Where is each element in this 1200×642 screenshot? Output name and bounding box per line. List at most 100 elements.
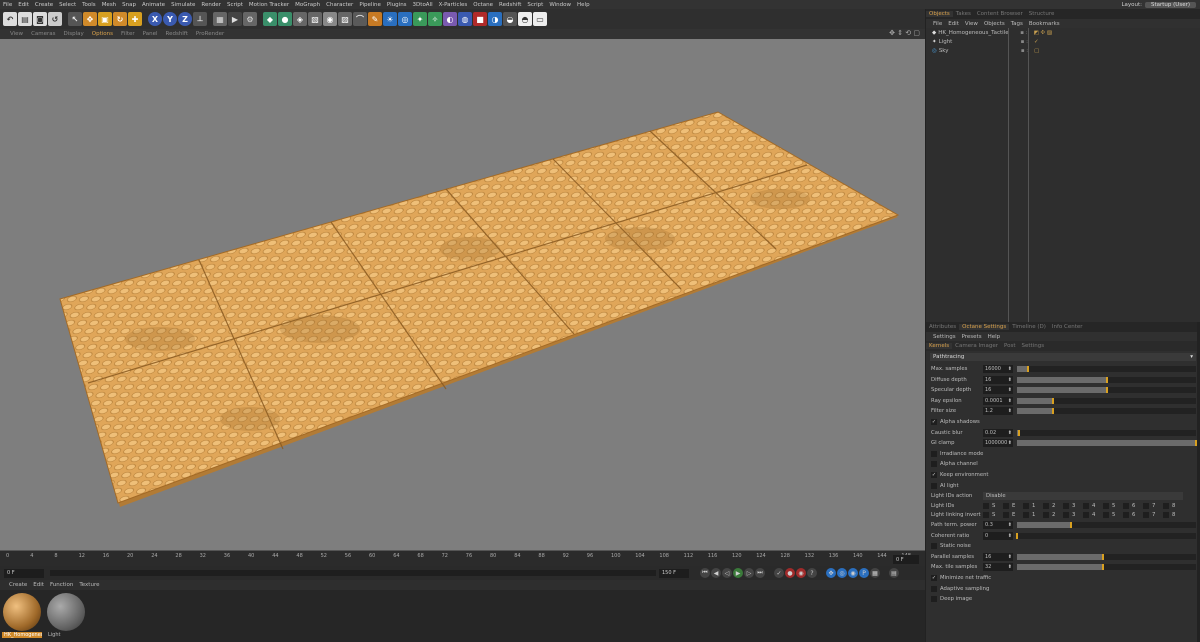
menu-item-script[interactable]: Script: [224, 2, 246, 8]
material-slot-2[interactable]: Light: [46, 592, 86, 642]
value-field[interactable]: 16000 ⬍: [983, 365, 1013, 373]
stepper-arrows-icon[interactable]: ⬍: [1008, 408, 1013, 414]
viewport-menu-redshift[interactable]: RedshIft: [162, 31, 192, 37]
subtab-camera-imager[interactable]: Camera Imager: [952, 343, 1001, 349]
autokey-icon[interactable]: ◉: [796, 568, 806, 578]
checkbox[interactable]: [1003, 512, 1009, 519]
object-menu-edit[interactable]: Edit: [945, 21, 962, 27]
prorender-icon[interactable]: ◑: [488, 12, 502, 26]
checkbox[interactable]: ✓: [931, 419, 937, 425]
checkbox[interactable]: [931, 543, 937, 550]
layout-selector[interactable]: Layout: Startup (User): [1121, 0, 1196, 9]
z-axis-icon[interactable]: Z: [178, 12, 192, 26]
stepper-arrows-icon[interactable]: ⬍: [1008, 522, 1013, 528]
value-slider[interactable]: [1017, 387, 1196, 394]
slider-knob[interactable]: [1026, 366, 1029, 372]
tab-structure[interactable]: Structure: [1026, 11, 1058, 17]
go-start-icon[interactable]: ⏮: [700, 568, 710, 578]
open-icon[interactable]: ▤: [18, 12, 32, 26]
checkbox[interactable]: ✓: [931, 575, 937, 581]
frame-range-slider[interactable]: [50, 570, 656, 576]
value-slider[interactable]: [1017, 408, 1196, 415]
checkbox[interactable]: [1143, 512, 1149, 519]
max-frame-field[interactable]: 150 F: [659, 568, 689, 578]
material-menu-create[interactable]: Create: [6, 582, 30, 588]
rotate-tool-icon[interactable]: ↻: [113, 12, 127, 26]
stepper-arrows-icon[interactable]: ⬍: [1008, 366, 1013, 372]
timeline[interactable]: 0 4 8 12 16 20 24 28 32 36 40 44 48 52 56 60 64 68 72 76 80 8…: [0, 550, 925, 566]
checkbox[interactable]: [983, 512, 989, 519]
render-picture-icon[interactable]: ▶: [228, 12, 242, 26]
stepper-arrows-icon[interactable]: ⬍: [1008, 564, 1013, 570]
value-field[interactable]: 0.0001 ⬍: [983, 396, 1013, 405]
go-end-icon[interactable]: ⏭: [755, 568, 765, 578]
light-id-toggle[interactable]: 4: [1083, 502, 1103, 509]
tab-timeline-d-[interactable]: Timeline (D): [1009, 324, 1049, 330]
last-tool-icon[interactable]: ✚: [128, 12, 142, 26]
menu-item-tools[interactable]: Tools: [79, 2, 99, 8]
value-field[interactable]: 0.3 ⬍: [983, 521, 1013, 529]
checkbox[interactable]: [1023, 512, 1029, 519]
object-row[interactable]: ◎ Sky ▪ : ▢: [926, 46, 1200, 55]
record-icon[interactable]: ●: [785, 568, 795, 578]
menu-item-edit[interactable]: Edit: [15, 2, 32, 8]
value-field[interactable]: 0 ⬍: [983, 531, 1013, 540]
x-axis-icon[interactable]: X: [148, 12, 162, 26]
tag-icon[interactable]: ▢: [1034, 48, 1039, 54]
checkbox[interactable]: [931, 450, 937, 457]
material-menu-edit[interactable]: Edit: [30, 582, 47, 588]
menu-item-character[interactable]: Character: [323, 2, 356, 8]
light-id-toggle[interactable]: E: [1003, 502, 1023, 509]
timeline-ruler[interactable]: 0 4 8 12 16 20 24 28 32 36 40 44 48 52 56 60 64 68 72 76 80 8…: [0, 551, 925, 559]
menu-item-octane[interactable]: Octane: [470, 2, 496, 8]
stepper-arrows-icon[interactable]: ⬍: [1008, 533, 1013, 539]
move-tool-icon[interactable]: ✥: [83, 12, 97, 26]
stepper-arrows-icon[interactable]: ⬍: [1008, 430, 1013, 436]
kernel-dropdown[interactable]: Pathtracing ▾: [930, 353, 1196, 361]
stepper-arrows-icon[interactable]: ⬍: [1008, 398, 1013, 404]
light-id-toggle[interactable]: 1: [1023, 512, 1043, 519]
key-rot-icon[interactable]: ◎: [837, 568, 847, 578]
checkbox[interactable]: [983, 502, 989, 509]
xparticles-icon[interactable]: ◐: [443, 12, 457, 26]
value-field[interactable]: 32 ⬍: [983, 563, 1013, 572]
light-id-toggle[interactable]: 8: [1163, 512, 1183, 519]
value-field[interactable]: 16 ⬍: [983, 375, 1013, 384]
material-menu-texture[interactable]: Texture: [76, 582, 102, 588]
menu-item-motion-tracker[interactable]: Motion Tracker: [246, 2, 292, 8]
keyframe-icon[interactable]: ✓: [774, 568, 784, 578]
camera-icon[interactable]: ◙: [33, 12, 47, 26]
value-slider[interactable]: [1017, 553, 1196, 560]
coordinate-system-icon[interactable]: ⟂: [193, 12, 207, 26]
checkbox[interactable]: [931, 482, 937, 489]
subtab-settings[interactable]: Settings: [1019, 343, 1048, 349]
script-icon[interactable]: ◓: [518, 12, 532, 26]
menu-item-x-particles[interactable]: X-Particles: [436, 2, 471, 8]
prev-frame-icon[interactable]: ◁: [722, 568, 732, 578]
undo-icon[interactable]: ↶: [3, 12, 17, 26]
sculpt-icon[interactable]: ✦: [413, 12, 427, 26]
object-menu-objects[interactable]: Objects: [981, 21, 1008, 27]
object-menu-tags[interactable]: Tags: [1008, 21, 1026, 27]
value-field[interactable]: 16 ⬍: [983, 386, 1013, 395]
play-icon[interactable]: ▶: [733, 568, 743, 578]
viewport-menu-cameras[interactable]: Cameras: [27, 31, 59, 37]
menu-item-window[interactable]: Window: [546, 2, 574, 8]
stepper-arrows-icon[interactable]: ⬍: [1008, 377, 1013, 383]
light-id-toggle[interactable]: 7: [1143, 512, 1163, 519]
checkbox[interactable]: [931, 596, 937, 603]
menu-item-3dtoall[interactable]: 3DtoAll: [410, 2, 436, 8]
checkbox[interactable]: [931, 461, 937, 468]
menu-item-create[interactable]: Create: [32, 2, 56, 8]
material-slot-1[interactable]: HK_Homogeneou: [2, 592, 42, 642]
menu-item-select[interactable]: Select: [56, 2, 79, 8]
viewport-menu-prorender[interactable]: ProRender: [192, 31, 228, 37]
stepper-arrows-icon[interactable]: ⬍: [1008, 554, 1013, 560]
attribute-menu-help[interactable]: Help: [985, 334, 1004, 340]
light-id-toggle[interactable]: 7: [1143, 502, 1163, 509]
light-id-toggle[interactable]: S: [983, 512, 1003, 519]
light-object-icon[interactable]: ☀: [383, 12, 397, 26]
value-field[interactable]: 1000000 ⬍: [983, 439, 1013, 448]
checkbox[interactable]: [1083, 502, 1089, 509]
dropdown[interactable]: Disable: [983, 492, 1183, 501]
